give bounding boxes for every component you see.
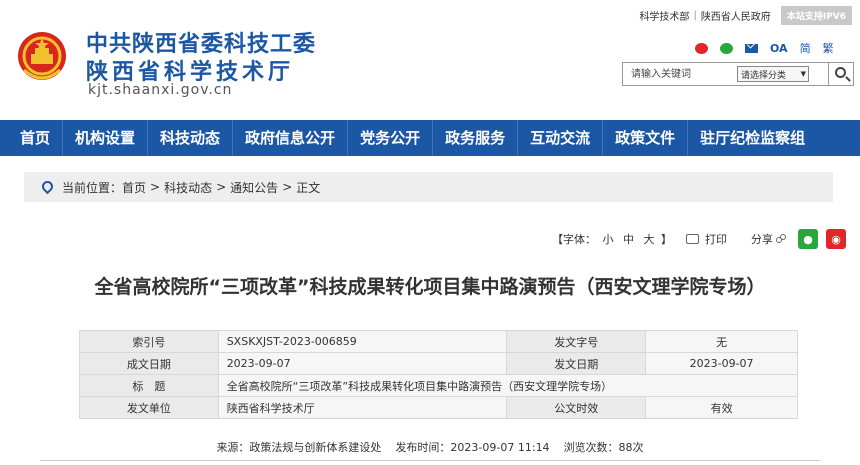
nav-party-affairs[interactable]: 党务公开 — [348, 120, 432, 156]
font-size-close: 】 — [661, 233, 672, 246]
breadcrumb-separator: > — [150, 180, 161, 194]
validity-value: 有效 — [645, 396, 798, 419]
font-size-medium[interactable]: 中 — [623, 233, 634, 246]
link-separator: | — [693, 10, 697, 21]
breadcrumb-current: 正文 — [296, 180, 321, 195]
search-button[interactable] — [828, 62, 854, 86]
wechat-icon: ● — [803, 232, 813, 246]
subject-label: 标 题 — [79, 374, 219, 397]
nav-organization[interactable]: 机构设置 — [63, 120, 147, 156]
chevron-down-icon: ▼ — [800, 70, 806, 78]
print-link[interactable]: 打印 — [705, 231, 727, 247]
search-category-select[interactable]: 请选择分类 ▼ — [737, 66, 809, 82]
table-row: 发文单位 陕西省科学技术厅 公文时效 有效 — [79, 396, 798, 419]
breadcrumb-separator: > — [216, 180, 227, 194]
document-meta-table: 索引号 SXSKXJST-2023-006859 发文字号 无 成文日期 202… — [79, 330, 799, 419]
breadcrumb-separator: > — [282, 180, 293, 194]
created-date-label: 成文日期 — [79, 352, 219, 375]
mail-icon[interactable] — [745, 43, 758, 53]
breadcrumb-tech-news[interactable]: 科技动态 — [164, 179, 212, 196]
share-label: 分享 — [751, 233, 773, 246]
nav-policy-docs[interactable]: 政策文件 — [603, 120, 687, 156]
weibo-icon: ◉ — [831, 232, 841, 246]
divider — [40, 460, 820, 461]
font-size-large[interactable]: 大 — [644, 233, 655, 246]
table-row: 标 题 全省高校院所“三项改革”科技成果转化项目集中路演预告（西安文理学院专场） — [79, 374, 799, 397]
search-category-label: 请选择分类 — [741, 70, 787, 81]
font-size-small[interactable]: 小 — [603, 233, 614, 246]
weibo-icon[interactable] — [695, 42, 708, 54]
nav-home[interactable]: 首页 — [0, 120, 62, 156]
share-icon — [776, 234, 786, 244]
lang-traditional[interactable]: 繁 — [823, 40, 834, 56]
printer-icon[interactable] — [686, 234, 699, 244]
doc-number-value: 无 — [645, 330, 798, 353]
org-domain: kjt.shaanxi.gov.cn — [88, 82, 233, 98]
nav-gov-services[interactable]: 政务服务 — [433, 120, 517, 156]
index-label: 索引号 — [79, 330, 219, 353]
article-source-line: 来源：政策法规与创新体系建设处 发布时间：2023-09-07 11:14 浏览次数… — [0, 439, 860, 455]
search-icon — [835, 67, 846, 78]
site-header: 中共陕西省委科技工委 陕西省科学技术厅 kjt.shaanxi.gov.cn 科… — [0, 0, 860, 120]
search-icon-handle — [845, 76, 851, 82]
nav-interaction[interactable]: 互动交流 — [518, 120, 602, 156]
breadcrumb-home[interactable]: 首页 — [122, 179, 146, 196]
share-weibo-button[interactable]: ◉ — [826, 229, 846, 249]
article-views: 浏览次数：88次 — [563, 441, 644, 454]
breadcrumb: 当前位置： 首页 > 科技动态 > 通知公告 > 正文 — [24, 172, 833, 202]
nav-discipline-inspection[interactable]: 驻厅纪检监察组 — [688, 120, 805, 156]
link-most[interactable]: 科学技术部 — [639, 8, 689, 23]
article-source: 来源：政策法规与创新体系建设处 — [216, 441, 382, 454]
search-box: 请选择分类 ▼ — [622, 62, 829, 86]
font-size-open: 【字体： — [552, 233, 596, 246]
table-row: 成文日期 2023-09-07 发文日期 2023-09-07 — [79, 352, 798, 375]
issuer-label: 发文单位 — [79, 396, 219, 419]
article-title: 全省高校院所“三项改革”科技成果转化项目集中路演预告（西安文理学院专场） — [94, 276, 766, 298]
ipv6-badge: 本站支持IPV6 — [780, 6, 852, 25]
index-value: SXSKXJST-2023-006859 — [217, 330, 508, 353]
main-nav: 首页 机构设置 科技动态 政府信息公开 党务公开 政务服务 互动交流 政策文件 … — [0, 120, 860, 156]
subject-value: 全省高校院所“三项改革”科技成果转化项目集中路演预告（西安文理学院专场） — [217, 374, 799, 397]
location-pin-icon — [39, 178, 56, 194]
share-wechat-button[interactable]: ● — [798, 229, 818, 249]
national-emblem-icon — [18, 32, 66, 80]
created-date-value: 2023-09-07 — [217, 352, 508, 375]
lang-simplified[interactable]: 简 — [800, 40, 811, 56]
validity-label: 公文时效 — [506, 396, 647, 419]
nav-tech-news[interactable]: 科技动态 — [148, 120, 232, 156]
article-tools: 【字体： 小 中 大 】 打印 分享 ● ◉ — [552, 229, 846, 249]
article-publish-time: 发布时间：2023-09-07 11:14 — [395, 441, 550, 454]
issuer-value: 陕西省科学技术厅 — [217, 396, 508, 419]
link-shaanxi-gov[interactable]: 陕西省人民政府 — [701, 8, 771, 23]
table-row: 索引号 SXSKXJST-2023-006859 发文字号 无 — [79, 330, 798, 353]
font-size-control: 【字体： 小 中 大 】 — [552, 231, 672, 247]
breadcrumb-prefix: 当前位置： — [62, 180, 123, 195]
doc-number-label: 发文字号 — [506, 330, 647, 353]
oa-link[interactable]: OA — [770, 42, 788, 55]
issued-date-label: 发文日期 — [506, 352, 647, 375]
issued-date-value: 2023-09-07 — [645, 352, 798, 375]
header-icon-row: OA 简 繁 — [695, 40, 834, 56]
nav-gov-info[interactable]: 政府信息公开 — [233, 120, 347, 156]
wechat-icon[interactable] — [720, 42, 733, 54]
breadcrumb-notices[interactable]: 通知公告 — [230, 179, 278, 196]
search-input[interactable] — [623, 64, 731, 84]
top-links: 科学技术部 | 陕西省人民政府 本站支持IPV6 — [639, 6, 852, 25]
